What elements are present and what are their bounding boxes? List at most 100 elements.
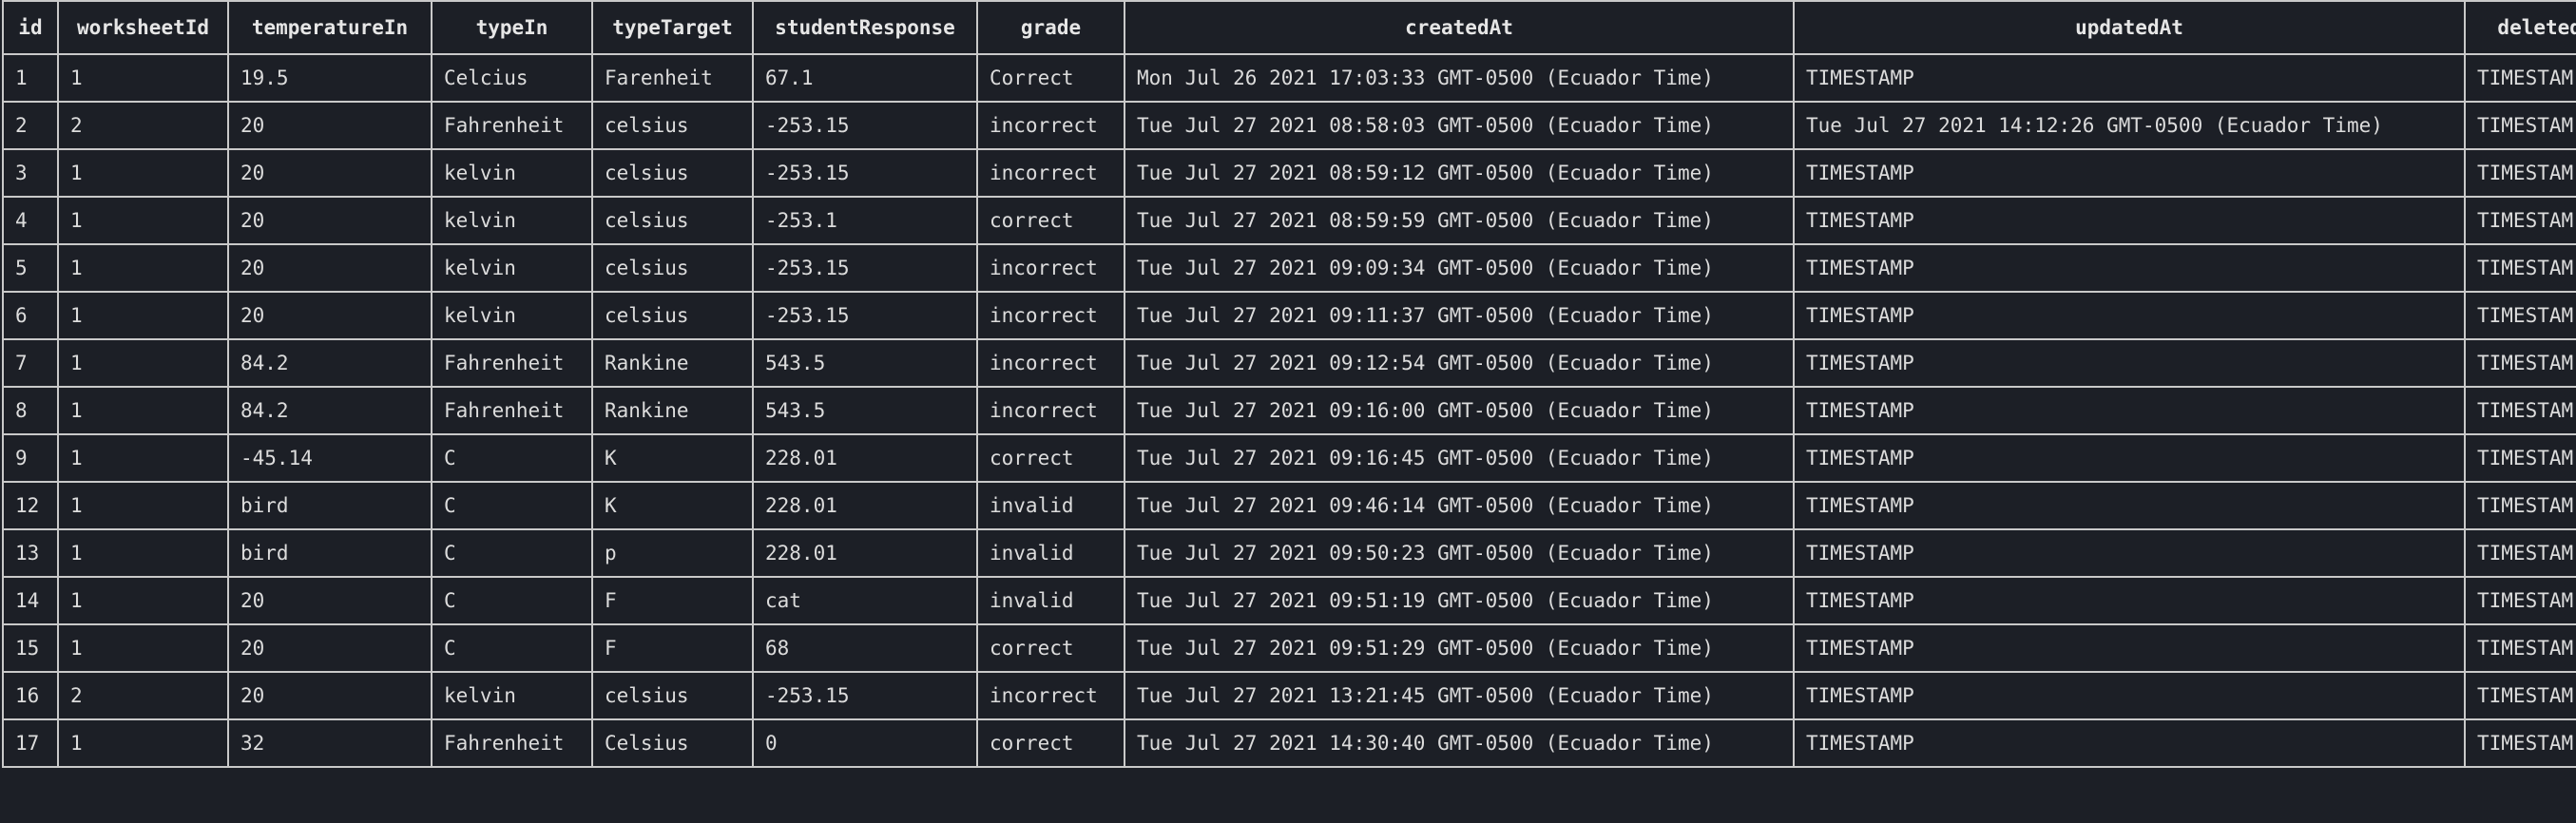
cell-typein[interactable]: Fahrenheit [431, 101, 593, 150]
table-row[interactable]: 13 1 bird C p 228.01 invalid Tue Jul 27 … [2, 528, 2576, 578]
cell-temperaturein[interactable]: 20 [227, 576, 433, 625]
cell-studentresponse[interactable]: 228.01 [752, 433, 978, 483]
cell-grade[interactable]: invalid [976, 576, 1125, 625]
cell-createdat[interactable]: Tue Jul 27 2021 09:46:14 GMT-0500 (Ecuad… [1124, 481, 1795, 530]
cell-typetarget[interactable]: celsius [591, 148, 754, 198]
table-row[interactable]: 9 1 -45.14 C K 228.01 correct Tue Jul 27… [2, 433, 2576, 483]
cell-deletedat[interactable]: TIMESTAM [2464, 338, 2576, 388]
cell-id[interactable]: 13 [2, 528, 59, 578]
cell-temperaturein[interactable]: 19.5 [227, 53, 433, 103]
cell-typetarget[interactable]: Farenheit [591, 53, 754, 103]
cell-id[interactable]: 1 [2, 53, 59, 103]
cell-typein[interactable]: Fahrenheit [431, 338, 593, 388]
cell-updatedat[interactable]: TIMESTAMP [1793, 623, 2466, 673]
cell-temperaturein[interactable]: -45.14 [227, 433, 433, 483]
cell-updatedat[interactable]: TIMESTAMP [1793, 148, 2466, 198]
cell-deletedat[interactable]: TIMESTAM [2464, 433, 2576, 483]
cell-studentresponse[interactable]: 228.01 [752, 481, 978, 530]
cell-updatedat[interactable]: Tue Jul 27 2021 14:12:26 GMT-0500 (Ecuad… [1793, 101, 2466, 150]
cell-updatedat[interactable]: TIMESTAMP [1793, 433, 2466, 483]
cell-deletedat[interactable]: TIMESTAM [2464, 671, 2576, 720]
cell-deletedat[interactable]: TIMESTAM [2464, 528, 2576, 578]
cell-typein[interactable]: kelvin [431, 196, 593, 245]
cell-deletedat[interactable]: TIMESTAM [2464, 291, 2576, 340]
cell-temperaturein[interactable]: 20 [227, 623, 433, 673]
cell-studentresponse[interactable]: cat [752, 576, 978, 625]
cell-temperaturein[interactable]: 20 [227, 243, 433, 293]
cell-grade[interactable]: invalid [976, 528, 1125, 578]
cell-id[interactable]: 16 [2, 671, 59, 720]
cell-studentresponse[interactable]: 228.01 [752, 528, 978, 578]
cell-updatedat[interactable]: TIMESTAMP [1793, 338, 2466, 388]
cell-temperaturein[interactable]: bird [227, 481, 433, 530]
cell-typetarget[interactable]: Celsius [591, 718, 754, 768]
cell-studentresponse[interactable]: -253.15 [752, 243, 978, 293]
column-header-grade[interactable]: grade [976, 0, 1125, 55]
cell-temperaturein[interactable]: 20 [227, 148, 433, 198]
cell-temperaturein[interactable]: 84.2 [227, 386, 433, 435]
cell-deletedat[interactable]: TIMESTAM [2464, 718, 2576, 768]
cell-worksheetid[interactable]: 1 [57, 243, 229, 293]
cell-deletedat[interactable]: TIMESTAM [2464, 576, 2576, 625]
cell-typetarget[interactable]: Rankine [591, 386, 754, 435]
cell-grade[interactable]: correct [976, 196, 1125, 245]
cell-updatedat[interactable]: TIMESTAMP [1793, 386, 2466, 435]
cell-worksheetid[interactable]: 1 [57, 338, 229, 388]
cell-grade[interactable]: incorrect [976, 148, 1125, 198]
cell-updatedat[interactable]: TIMESTAMP [1793, 718, 2466, 768]
cell-deletedat[interactable]: TIMESTAM [2464, 196, 2576, 245]
cell-typein[interactable]: C [431, 481, 593, 530]
column-header-createdat[interactable]: createdAt [1124, 0, 1795, 55]
cell-typein[interactable]: Fahrenheit [431, 386, 593, 435]
cell-typetarget[interactable]: F [591, 623, 754, 673]
cell-createdat[interactable]: Tue Jul 27 2021 09:12:54 GMT-0500 (Ecuad… [1124, 338, 1795, 388]
cell-typetarget[interactable]: K [591, 481, 754, 530]
cell-deletedat[interactable]: TIMESTAM [2464, 386, 2576, 435]
cell-id[interactable]: 5 [2, 243, 59, 293]
cell-grade[interactable]: invalid [976, 481, 1125, 530]
table-row[interactable]: 1 1 19.5 Celcius Farenheit 67.1 Correct … [2, 53, 2576, 103]
cell-id[interactable]: 8 [2, 386, 59, 435]
cell-worksheetid[interactable]: 1 [57, 623, 229, 673]
cell-deletedat[interactable]: TIMESTAM [2464, 101, 2576, 150]
cell-studentresponse[interactable]: 543.5 [752, 338, 978, 388]
cell-updatedat[interactable]: TIMESTAMP [1793, 196, 2466, 245]
cell-updatedat[interactable]: TIMESTAMP [1793, 528, 2466, 578]
cell-typetarget[interactable]: celsius [591, 196, 754, 245]
table-row[interactable]: 14 1 20 C F cat invalid Tue Jul 27 2021 … [2, 576, 2576, 625]
cell-grade[interactable]: correct [976, 433, 1125, 483]
column-header-updatedat[interactable]: updatedAt [1793, 0, 2466, 55]
cell-studentresponse[interactable]: 67.1 [752, 53, 978, 103]
table-row[interactable]: 16 2 20 kelvin celsius -253.15 incorrect… [2, 671, 2576, 720]
cell-grade[interactable]: incorrect [976, 671, 1125, 720]
cell-id[interactable]: 17 [2, 718, 59, 768]
cell-grade[interactable]: correct [976, 718, 1125, 768]
table-row[interactable]: 7 1 84.2 Fahrenheit Rankine 543.5 incorr… [2, 338, 2576, 388]
cell-createdat[interactable]: Tue Jul 27 2021 09:51:19 GMT-0500 (Ecuad… [1124, 576, 1795, 625]
cell-typein[interactable]: C [431, 623, 593, 673]
cell-updatedat[interactable]: TIMESTAMP [1793, 53, 2466, 103]
cell-typetarget[interactable]: Rankine [591, 338, 754, 388]
column-header-deletedat[interactable]: deletedA [2464, 0, 2576, 55]
table-row[interactable]: 15 1 20 C F 68 correct Tue Jul 27 2021 0… [2, 623, 2576, 673]
cell-grade[interactable]: incorrect [976, 338, 1125, 388]
cell-typein[interactable]: kelvin [431, 671, 593, 720]
cell-temperaturein[interactable]: 84.2 [227, 338, 433, 388]
cell-createdat[interactable]: Tue Jul 27 2021 09:16:45 GMT-0500 (Ecuad… [1124, 433, 1795, 483]
cell-studentresponse[interactable]: -253.15 [752, 101, 978, 150]
cell-typetarget[interactable]: celsius [591, 243, 754, 293]
cell-grade[interactable]: Correct [976, 53, 1125, 103]
cell-id[interactable]: 4 [2, 196, 59, 245]
cell-createdat[interactable]: Tue Jul 27 2021 08:59:12 GMT-0500 (Ecuad… [1124, 148, 1795, 198]
cell-createdat[interactable]: Tue Jul 27 2021 09:11:37 GMT-0500 (Ecuad… [1124, 291, 1795, 340]
cell-studentresponse[interactable]: 68 [752, 623, 978, 673]
cell-updatedat[interactable]: TIMESTAMP [1793, 291, 2466, 340]
cell-typetarget[interactable]: celsius [591, 291, 754, 340]
cell-id[interactable]: 3 [2, 148, 59, 198]
cell-worksheetid[interactable]: 1 [57, 576, 229, 625]
cell-typein[interactable]: C [431, 433, 593, 483]
cell-temperaturein[interactable]: 20 [227, 291, 433, 340]
cell-createdat[interactable]: Tue Jul 27 2021 09:50:23 GMT-0500 (Ecuad… [1124, 528, 1795, 578]
cell-id[interactable]: 2 [2, 101, 59, 150]
cell-temperaturein[interactable]: 20 [227, 671, 433, 720]
